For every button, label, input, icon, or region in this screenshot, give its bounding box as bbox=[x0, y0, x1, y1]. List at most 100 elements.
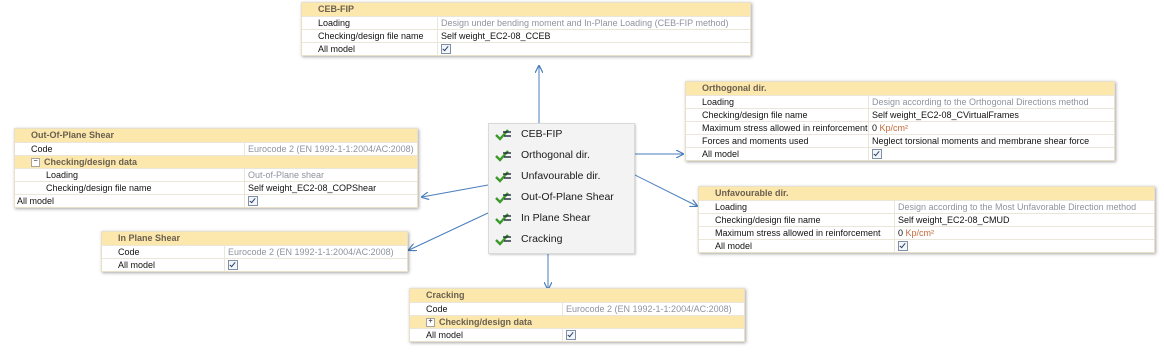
property-label: Loading bbox=[686, 96, 869, 108]
property-row-file-name: Checking/design file name Self weight_EC… bbox=[699, 213, 1154, 226]
max-stress-field[interactable]: 0 Kp/cm² bbox=[869, 122, 1114, 134]
panel-title: Out-Of-Plane Shear bbox=[15, 129, 417, 142]
menu-item-unfavourable[interactable]: Unfavourable dir. bbox=[489, 166, 634, 187]
file-name-field[interactable]: Self weight_EC2-08_CVirtualFrames bbox=[869, 109, 1114, 121]
code-select[interactable]: Eurocode 2 (EN 1992-1-1:2004/AC:2008) bbox=[225, 246, 407, 258]
all-model-checkbox[interactable] bbox=[566, 329, 576, 340]
max-stress-field[interactable]: 0 Kp/cm² bbox=[895, 227, 1154, 239]
menu-item-label: In Plane Shear bbox=[521, 212, 591, 224]
loading-value[interactable]: Out-of-Plane shear bbox=[245, 169, 417, 181]
ceb-fip-panel: CEB-FIP Loading Design under bending mom… bbox=[301, 2, 751, 56]
in-plane-shear-panel: In Plane Shear Code Eurocode 2 (EN 1992-… bbox=[101, 231, 408, 272]
file-name-field[interactable]: Self weight_EC2-08_CCEB bbox=[438, 30, 750, 42]
file-name-field[interactable]: Self weight_EC2-08_COPShear bbox=[245, 182, 417, 194]
cracking-panel: Cracking Code Eurocode 2 (EN 1992-1-1:20… bbox=[409, 288, 745, 342]
file-name-field[interactable]: Self weight_EC2-08_CMUD bbox=[895, 214, 1154, 226]
loading-value[interactable]: Design according to the Orthogonal Direc… bbox=[869, 96, 1114, 108]
property-label: Maximum stress allowed in reinforcement bbox=[699, 227, 895, 239]
group-label: Checking/design data bbox=[439, 317, 533, 327]
menu-item-label: Cracking bbox=[521, 233, 563, 245]
property-label: Loading bbox=[699, 201, 895, 213]
property-label: All model bbox=[699, 240, 895, 252]
property-row-all-model: All model bbox=[302, 42, 750, 55]
property-label: All model bbox=[410, 329, 563, 341]
property-row-all-model: All model bbox=[686, 147, 1114, 160]
panel-title: Orthogonal dir. bbox=[686, 82, 1114, 95]
stress-unit: Kp/cm² bbox=[905, 228, 935, 238]
property-row-loading: Loading Design according to the Orthogon… bbox=[686, 95, 1114, 108]
green-check-reinforcement-icon bbox=[495, 234, 511, 246]
expand-icon[interactable]: + bbox=[426, 318, 435, 328]
group-label: Checking/design data bbox=[44, 157, 138, 167]
panel-title: CEB-FIP bbox=[302, 3, 750, 16]
all-model-checkbox[interactable] bbox=[248, 195, 258, 206]
menu-item-label: Orthogonal dir. bbox=[521, 149, 590, 161]
arrow-to-unfavourable bbox=[632, 173, 697, 206]
property-label: All model bbox=[102, 259, 225, 271]
property-label: Maximum stress allowed in reinforcement bbox=[686, 122, 869, 134]
menu-item-cracking[interactable]: Cracking bbox=[489, 229, 634, 250]
menu-item-in-plane-shear[interactable]: In Plane Shear bbox=[489, 208, 634, 229]
arrow-to-in-plane bbox=[409, 212, 489, 250]
arrow-to-out-of-plane bbox=[422, 184, 489, 197]
code-select[interactable]: Eurocode 2 (EN 1992-1-1:2004/AC:2008) bbox=[563, 303, 744, 315]
property-label: Loading bbox=[302, 17, 438, 29]
menu-item-orthogonal[interactable]: Orthogonal dir. bbox=[489, 145, 634, 166]
property-label: Checking/design file name bbox=[302, 30, 438, 42]
green-check-reinforcement-icon bbox=[495, 213, 511, 225]
check-type-menu: CEB-FIP Orthogonal dir. Unfavourable dir… bbox=[488, 123, 635, 254]
property-row-file-name: Checking/design file name Self weight_EC… bbox=[686, 108, 1114, 121]
property-row-code: Code Eurocode 2 (EN 1992-1-1:2004/AC:200… bbox=[15, 142, 417, 155]
green-check-reinforcement-icon bbox=[495, 171, 511, 183]
property-row-all-model: All model bbox=[15, 194, 417, 207]
loading-value[interactable]: Design according to the Most Unfavorable… bbox=[895, 201, 1154, 213]
property-row-all-model: All model bbox=[699, 239, 1154, 252]
property-row-code: Code Eurocode 2 (EN 1992-1-1:2004/AC:200… bbox=[410, 302, 744, 315]
property-row-forces: Forces and moments used Neglect torsiona… bbox=[686, 134, 1114, 147]
property-label: Code bbox=[410, 303, 563, 315]
stress-value: 0 bbox=[898, 228, 904, 238]
green-check-reinforcement-icon bbox=[495, 192, 511, 204]
property-label: Forces and moments used bbox=[686, 135, 869, 147]
property-row-all-model: All model bbox=[410, 328, 744, 341]
menu-item-label: Unfavourable dir. bbox=[521, 170, 601, 182]
property-row-loading: Loading Design under bending moment and … bbox=[302, 16, 750, 29]
group-checking-design-data[interactable]: + Checking/design data bbox=[410, 315, 744, 328]
loading-value[interactable]: Design under bending moment and In-Plane… bbox=[438, 17, 750, 29]
unfavourable-dir-panel: Unfavourable dir. Loading Design accordi… bbox=[698, 186, 1155, 253]
property-row-file-name: Checking/design file name Self weight_EC… bbox=[15, 181, 417, 194]
menu-item-label: CEB-FIP bbox=[521, 128, 563, 140]
panel-title: In Plane Shear bbox=[102, 232, 407, 245]
property-label: All model bbox=[15, 195, 245, 207]
all-model-checkbox[interactable] bbox=[898, 240, 908, 251]
forces-select[interactable]: Neglect torsional moments and membrane s… bbox=[869, 135, 1114, 147]
property-label: Code bbox=[15, 143, 245, 155]
group-checking-design-data[interactable]: − Checking/design data bbox=[15, 155, 417, 168]
property-label: All model bbox=[302, 43, 438, 55]
orthogonal-dir-panel: Orthogonal dir. Loading Design according… bbox=[685, 81, 1115, 161]
property-row-loading: Loading Design according to the Most Unf… bbox=[699, 200, 1154, 213]
property-row-max-stress: Maximum stress allowed in reinforcement … bbox=[686, 121, 1114, 134]
property-row-file-name: Checking/design file name Self weight_EC… bbox=[302, 29, 750, 42]
panel-title: Cracking bbox=[410, 289, 744, 302]
all-model-checkbox[interactable] bbox=[441, 43, 451, 54]
property-row-loading: Loading Out-of-Plane shear bbox=[15, 168, 417, 181]
menu-item-label: Out-Of-Plane Shear bbox=[521, 191, 614, 203]
property-label: Code bbox=[102, 246, 225, 258]
collapse-icon[interactable]: − bbox=[31, 158, 40, 168]
property-row-all-model: All model bbox=[102, 258, 407, 271]
property-row-code: Code Eurocode 2 (EN 1992-1-1:2004/AC:200… bbox=[102, 245, 407, 258]
property-label: Checking/design file name bbox=[686, 109, 869, 121]
green-check-reinforcement-icon bbox=[495, 129, 511, 141]
property-label: All model bbox=[686, 148, 869, 160]
code-select[interactable]: Eurocode 2 (EN 1992-1-1:2004/AC:2008) bbox=[245, 143, 417, 155]
menu-item-out-of-plane-shear[interactable]: Out-Of-Plane Shear bbox=[489, 187, 634, 208]
menu-item-ceb-fip[interactable]: CEB-FIP bbox=[489, 124, 634, 145]
all-model-checkbox[interactable] bbox=[872, 148, 882, 159]
property-label: Checking/design file name bbox=[15, 182, 245, 194]
out-of-plane-shear-panel: Out-Of-Plane Shear Code Eurocode 2 (EN 1… bbox=[14, 128, 418, 208]
property-label: Loading bbox=[15, 169, 245, 181]
panel-title: Unfavourable dir. bbox=[699, 187, 1154, 200]
all-model-checkbox[interactable] bbox=[228, 259, 238, 270]
property-label: Checking/design file name bbox=[699, 214, 895, 226]
